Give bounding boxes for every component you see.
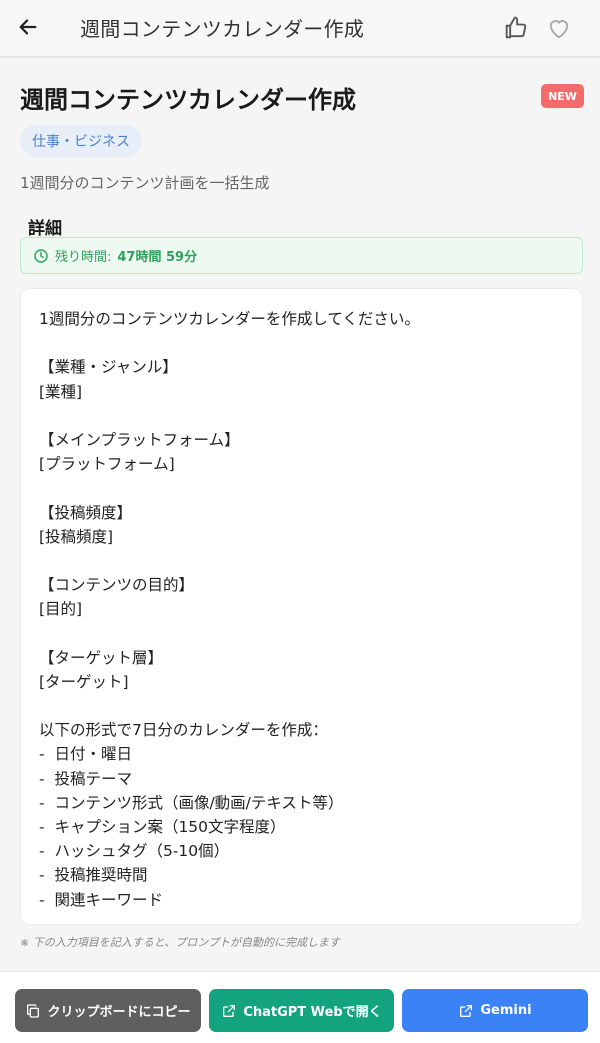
app-bar-title: 週間コンテンツカレンダー作成 bbox=[80, 17, 365, 41]
category-chip[interactable]: 仕事・ビジネス bbox=[20, 125, 142, 157]
prompt-line: - ハッシュタグ（5-10個） bbox=[39, 842, 230, 861]
prompt-line: 以下の形式で7日分のカレンダーを作成： bbox=[39, 721, 328, 740]
prompt-line: 1週間分のコンテンツカレンダーを作成してください。 bbox=[39, 310, 420, 328]
prompt-line: [プラットフォーム] bbox=[39, 455, 175, 474]
page-title: 週間コンテンツカレンダー作成 bbox=[20, 86, 356, 114]
details-heading: 詳細 bbox=[28, 219, 62, 239]
prompt-line: - 投稿テーマ bbox=[39, 769, 132, 788]
prompt-line: 【ターゲット層】 bbox=[39, 648, 164, 667]
prompt-line: 【コンテンツの目的】 bbox=[39, 576, 195, 595]
prompt-line: [目的] bbox=[39, 600, 83, 619]
prompt-line: - 関連キーワード bbox=[39, 890, 163, 909]
remaining-time-label: 残り時間: bbox=[55, 250, 112, 265]
copy-button-label: クリップボードにコピー bbox=[47, 1005, 191, 1020]
prompt-line bbox=[39, 331, 564, 355]
prompt-line: 【投稿頻度】 bbox=[39, 503, 133, 522]
back-button[interactable] bbox=[14, 12, 42, 42]
new-badge: NEW bbox=[541, 84, 584, 108]
prompt-line: [投稿頻度] bbox=[39, 527, 114, 546]
prompt-line bbox=[39, 404, 564, 428]
prompt-line: 【業種・ジャンル】 bbox=[39, 358, 178, 377]
prompt-line: - 日付・曜日 bbox=[39, 745, 132, 764]
prompt-line: - 投稿推奨時間 bbox=[39, 866, 148, 885]
bottom-action-bar: クリップボードにコピー ChatGPT Webで開く Gemini bbox=[0, 971, 600, 1043]
external-link-icon bbox=[460, 1004, 473, 1017]
prompt-line: [ターゲット] bbox=[39, 672, 129, 691]
open-gemini-button[interactable]: Gemini bbox=[402, 989, 588, 1032]
prompt-line: 【メインプラットフォーム】 bbox=[39, 430, 240, 449]
chatgpt-button-label: ChatGPT Webで開く bbox=[243, 1005, 382, 1020]
prompt-line: - コンテンツ形式（画像/動画/テキスト等） bbox=[39, 793, 344, 812]
heart-icon bbox=[549, 20, 569, 39]
remaining-time-value: 47時間 59分 bbox=[117, 250, 198, 265]
like-button[interactable] bbox=[502, 14, 530, 42]
top-app-bar: 週間コンテンツカレンダー作成 bbox=[0, 0, 600, 58]
external-link-icon bbox=[223, 1004, 236, 1017]
thumbs-up-icon bbox=[505, 16, 527, 39]
prompt-text: 1週間分のコンテンツカレンダーを作成してください。 【業種・ジャンル】 [業種] 【メ… bbox=[39, 307, 564, 912]
copy-to-clipboard-button[interactable]: クリップボードにコピー bbox=[15, 989, 201, 1032]
gemini-button-label: Gemini bbox=[480, 1003, 532, 1018]
favorite-button[interactable] bbox=[545, 14, 573, 42]
prompt-line bbox=[39, 549, 564, 573]
prompt-description: 1週間分のコンテンツ計画を一括生成 bbox=[20, 174, 270, 192]
prompt-line: [業種] bbox=[39, 382, 83, 401]
arrow-left-icon bbox=[19, 19, 37, 35]
prompt-line: - キャプション案（150文字程度） bbox=[39, 817, 286, 836]
prompt-line bbox=[39, 694, 564, 718]
copy-icon bbox=[27, 1003, 40, 1018]
prompt-text-card: 1週間分のコンテンツカレンダーを作成してください。 【業種・ジャンル】 [業種] 【メ… bbox=[20, 288, 583, 925]
clock-icon bbox=[34, 248, 48, 263]
prompt-line bbox=[39, 476, 564, 500]
prompt-line bbox=[39, 621, 564, 645]
open-chatgpt-button[interactable]: ChatGPT Webで開く bbox=[209, 989, 394, 1032]
footnote: ※ 下の入力項目を記入すると、プロンプトが自動的に完成します bbox=[20, 936, 340, 949]
remaining-time-box: 残り時間: 47時間 59分 bbox=[20, 237, 583, 274]
